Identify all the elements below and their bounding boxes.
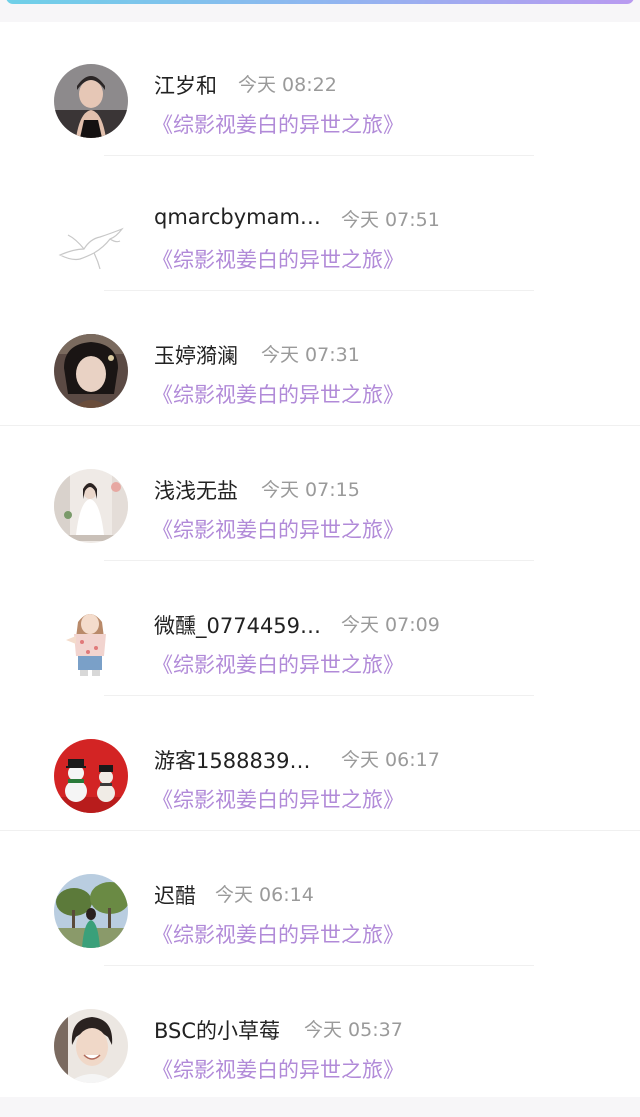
user-name[interactable]: 江岁和 [154,70,217,100]
book-title-link[interactable]: 《综影视姜白的异世之旅》 [152,1054,404,1084]
portrait-avatar-icon[interactable] [54,64,128,138]
book-title-link[interactable]: 《综影视姜白的异世之旅》 [152,379,404,409]
list-item[interactable]: BSC的小草莓 今天 05:37 《综影视姜白的异世之旅》 [0,967,640,1102]
read-time: 今天 05:37 [304,1019,403,1041]
read-time: 今天 07:51 [341,209,440,231]
bottom-strip [0,1097,640,1117]
user-name[interactable]: 游客1588839… [154,745,311,775]
book-title-link[interactable]: 《综影视姜白的异世之旅》 [152,649,404,679]
list-item[interactable]: 玉婷漪澜 今天 07:31 《综影视姜白的异世之旅》 [0,292,640,427]
user-name[interactable]: 玉婷漪澜 [154,340,238,370]
read-time: 今天 06:14 [215,884,314,906]
user-name[interactable]: BSC的小草莓 [154,1015,280,1045]
book-title-link[interactable]: 《综影视姜白的异世之旅》 [152,784,404,814]
portrait-avatar-icon[interactable] [54,334,128,408]
top-gradient-bar [6,0,634,4]
list-item[interactable]: 江岁和 今天 08:22 《综影视姜白的异世之旅》 [0,22,640,157]
list-item[interactable]: 浅浅无盐 今天 07:15 《综影视姜白的异世之旅》 [0,427,640,562]
cartoon-girl-avatar-icon[interactable] [54,604,128,678]
divider [0,425,640,426]
list-item[interactable]: 迟醋 今天 06:14 《综影视姜白的异世之旅》 [0,832,640,967]
book-title-link[interactable]: 《综影视姜白的异世之旅》 [152,919,404,949]
divider [104,965,534,966]
read-time: 今天 07:31 [261,344,360,366]
portrait-avatar-icon[interactable] [54,1009,128,1083]
landscape-avatar-icon[interactable] [54,874,128,948]
book-title-link[interactable]: 《综影视姜白的异世之旅》 [152,514,404,544]
list-item[interactable]: 微醺_0774459… 今天 07:09 《综影视姜白的异世之旅》 [0,562,640,697]
divider [0,830,640,831]
user-name[interactable]: 浅浅无盐 [154,475,238,505]
divider [104,560,534,561]
book-title-link[interactable]: 《综影视姜白的异世之旅》 [152,109,404,139]
reader-list: 江岁和 今天 08:22 《综影视姜白的异世之旅》 qmarcbymam… 今天… [0,22,640,1097]
user-name[interactable]: 迟醋 [154,880,196,910]
user-name[interactable]: qmarcbymam… [154,205,321,229]
divider [104,155,534,156]
portrait-avatar-icon[interactable] [54,469,128,543]
read-time: 今天 08:22 [238,74,337,96]
book-title-link[interactable]: 《综影视姜白的异世之旅》 [152,244,404,274]
divider [104,695,534,696]
bird-sketch-avatar-icon[interactable] [54,199,128,273]
read-time: 今天 07:09 [341,614,440,636]
divider [104,290,534,291]
read-time: 今天 07:15 [261,479,360,501]
top-strip [0,0,640,22]
list-item[interactable]: 游客1588839… 今天 06:17 《综影视姜白的异世之旅》 [0,697,640,832]
list-item[interactable]: qmarcbymam… 今天 07:51 《综影视姜白的异世之旅》 [0,157,640,292]
snowman-avatar-icon[interactable] [54,739,128,813]
user-name[interactable]: 微醺_0774459… [154,610,321,640]
read-time: 今天 06:17 [341,749,440,771]
